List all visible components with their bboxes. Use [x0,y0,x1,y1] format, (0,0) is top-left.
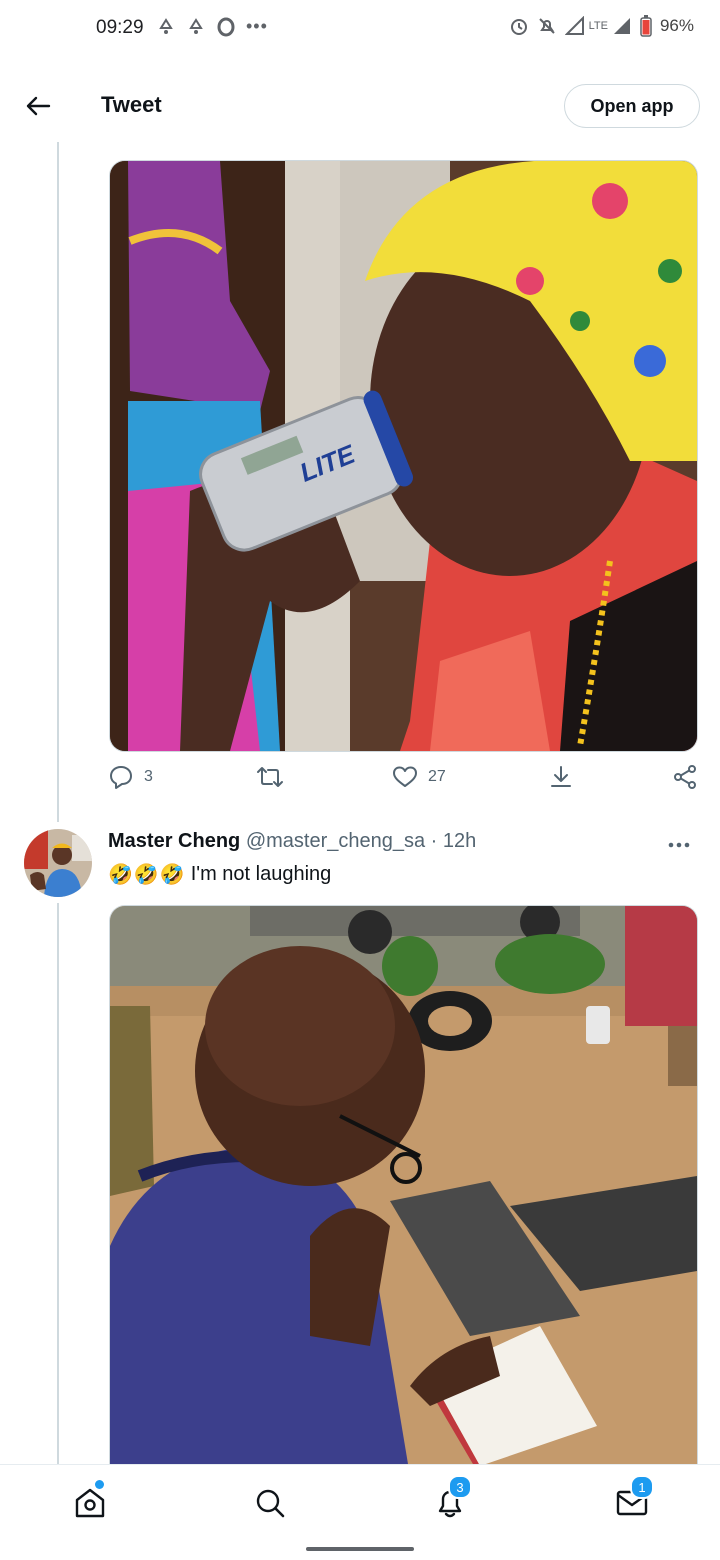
retweet-button[interactable] [256,764,284,790]
share-button[interactable] [672,764,698,790]
more-notifications-icon: ••• [246,16,268,36]
retweet-icon [257,767,283,787]
rofl-emoji: 🤣 [108,864,133,886]
arrow-left-icon [26,96,51,116]
emoji-group: 🤣 🤣 🤣 [108,862,185,887]
nav-notifications[interactable]: 3 [426,1475,474,1527]
share-icon [674,765,696,789]
meta-separator: · [430,830,438,852]
thread-line [57,142,59,822]
page-title: Tweet [101,92,162,117]
heart-icon [393,766,417,787]
reply-photo[interactable] [109,905,698,1476]
avatar[interactable] [24,829,92,897]
reply-text: 🤣 🤣 🤣 I'm not laughing [108,862,331,887]
more-horizontal-icon [668,842,690,848]
home-icon [75,1488,105,1518]
battery-percent: 96% [659,16,694,35]
status-time: 09:29 [96,17,144,38]
reply-body: I'm not laughing [190,863,332,885]
signal-icon [564,16,584,35]
back-button[interactable] [20,88,56,124]
bottom-navigation: 3 1 [0,1464,720,1541]
battery-icon [640,15,652,37]
reply-author-handle[interactable]: @master_cheng_sa [246,830,425,852]
status-system-icons: LTE 96% [509,15,694,37]
photo-woman-drinking: LITE [110,161,697,751]
sync-icon [159,17,173,34]
signal-icon [613,18,630,34]
reply-header: Master Cheng @master_cheng_sa · 12h [108,830,476,853]
tweet-actions: 3 27 [108,764,700,802]
reply-timestamp[interactable]: 12h [443,830,476,852]
more-options-button[interactable] [664,833,694,857]
gesture-bar[interactable] [306,1547,414,1551]
tweet-photo[interactable]: LITE [109,160,698,752]
alarm-icon [510,19,527,35]
thread-line [57,903,59,1464]
like-count: 27 [428,768,446,785]
reply-count: 3 [144,768,153,785]
rofl-emoji: 🤣 [133,864,159,886]
reply-button[interactable]: 3 [108,764,153,790]
reply-icon [110,766,132,789]
network-type: LTE [588,20,608,32]
messages-badge: 1 [630,1475,654,1499]
rofl-emoji: 🤣 [159,864,185,886]
status-bar: 09:29 ••• LTE 96% [0,0,720,60]
top-header: Tweet Open app [0,70,720,142]
reply-author-name[interactable]: Master Cheng [108,830,240,852]
sync-icon [189,17,203,34]
home-unread-dot [95,1480,104,1489]
download-button[interactable] [548,764,574,790]
download-icon [551,766,571,787]
mute-icon [538,18,555,34]
nav-messages[interactable]: 1 [608,1475,656,1527]
search-icon [256,1489,285,1518]
nav-home[interactable] [66,1479,114,1527]
opera-icon [217,17,235,36]
nav-search[interactable] [246,1479,294,1527]
status-notification-icons: ••• [156,16,268,37]
photo-man-reading [110,906,697,1476]
notifications-badge: 3 [448,1475,472,1499]
like-button[interactable]: 27 [392,764,446,790]
avatar-image [24,829,92,897]
open-app-button[interactable]: Open app [564,84,700,128]
